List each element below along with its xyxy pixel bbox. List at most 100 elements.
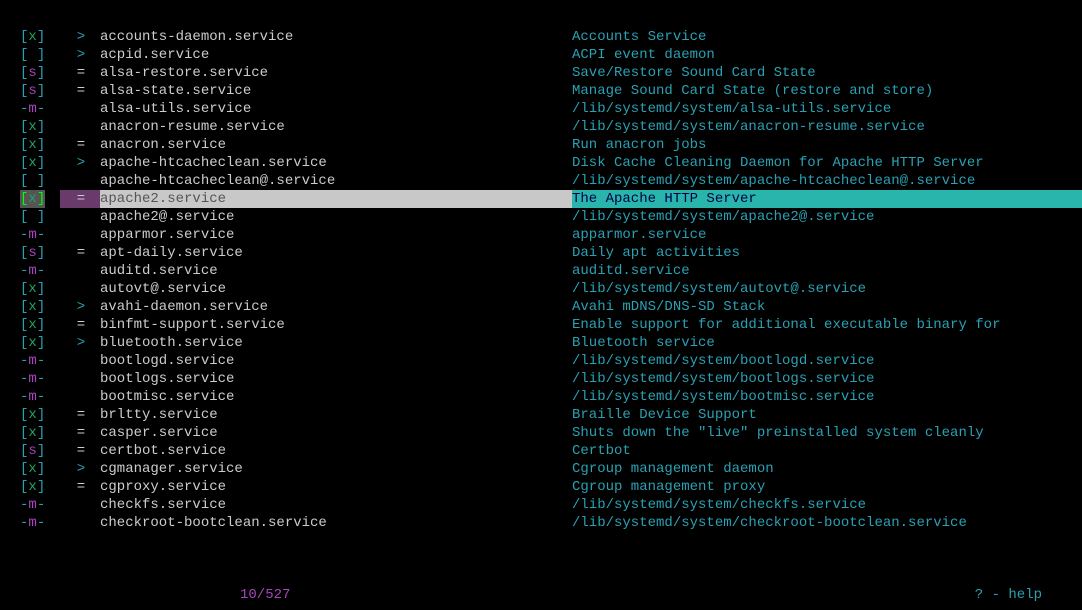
service-row[interactable]: -m- auditd.serviceauditd.service [20, 262, 1082, 280]
service-row[interactable]: [x] = anacron.serviceRun anacron jobs [20, 136, 1082, 154]
service-name: accounts-daemon.service [100, 28, 572, 46]
service-name: brltty.service [100, 406, 572, 424]
service-description: /lib/systemd/system/autovt@.service [572, 280, 1082, 298]
substate-indicator: > [60, 154, 100, 172]
service-name: checkfs.service [100, 496, 572, 514]
state-indicator: [x] [20, 136, 60, 154]
service-name: apt-daily.service [100, 244, 572, 262]
service-description: Daily apt activities [572, 244, 1082, 262]
service-name: cgmanager.service [100, 460, 572, 478]
state-indicator: [x] [20, 316, 60, 334]
state-indicator: [x] [20, 460, 60, 478]
state-indicator: -m- [20, 514, 60, 532]
service-name: apache-htcacheclean.service [100, 154, 572, 172]
service-row[interactable]: [x] > avahi-daemon.serviceAvahi mDNS/DNS… [20, 298, 1082, 316]
state-indicator: [s] [20, 64, 60, 82]
substate-indicator [60, 100, 100, 118]
service-row[interactable]: [x] = cgproxy.serviceCgroup management p… [20, 478, 1082, 496]
service-row[interactable]: -m- bootmisc.service/lib/systemd/system/… [20, 388, 1082, 406]
service-row[interactable]: [x] > bluetooth.serviceBluetooth service [20, 334, 1082, 352]
service-row[interactable]: -m- checkfs.service/lib/systemd/system/c… [20, 496, 1082, 514]
status-bar: 10/527 ? - help [20, 586, 1062, 604]
substate-indicator: > [60, 460, 100, 478]
service-description: Avahi mDNS/DNS-SD Stack [572, 298, 1082, 316]
service-description: /lib/systemd/system/apache-htcacheclean@… [572, 172, 1082, 190]
service-name: bootlogs.service [100, 370, 572, 388]
service-row[interactable]: [x] = brltty.serviceBraille Device Suppo… [20, 406, 1082, 424]
service-description: Bluetooth service [572, 334, 1082, 352]
service-row[interactable]: [x] autovt@.service/lib/systemd/system/a… [20, 280, 1082, 298]
service-row[interactable]: -m- bootlogd.service/lib/systemd/system/… [20, 352, 1082, 370]
service-description: Accounts Service [572, 28, 1082, 46]
service-row[interactable]: [x] > accounts-daemon.serviceAccounts Se… [20, 28, 1082, 46]
substate-indicator [60, 370, 100, 388]
state-indicator: [x] [20, 298, 60, 316]
state-indicator: -m- [20, 100, 60, 118]
service-row[interactable]: [s] = certbot.serviceCertbot [20, 442, 1082, 460]
service-description: ACPI event daemon [572, 46, 1082, 64]
substate-indicator: = [60, 406, 100, 424]
service-row[interactable]: -m- apparmor.serviceapparmor.service [20, 226, 1082, 244]
service-description: The Apache HTTP Server [572, 190, 1082, 208]
substate-indicator: = [60, 424, 100, 442]
service-description: Braille Device Support [572, 406, 1082, 424]
service-row[interactable]: [ ] apache-htcacheclean@.service/lib/sys… [20, 172, 1082, 190]
service-row[interactable]: [s] = apt-daily.serviceDaily apt activit… [20, 244, 1082, 262]
substate-indicator: = [60, 442, 100, 460]
service-list[interactable]: [x] > accounts-daemon.serviceAccounts Se… [20, 28, 1082, 532]
state-indicator: [x] [20, 478, 60, 496]
help-hint: ? - help [975, 586, 1042, 604]
service-description: /lib/systemd/system/bootmisc.service [572, 388, 1082, 406]
service-row[interactable]: [x] = casper.serviceShuts down the "live… [20, 424, 1082, 442]
substate-indicator [60, 352, 100, 370]
service-row[interactable]: -m- bootlogs.service/lib/systemd/system/… [20, 370, 1082, 388]
service-description: Disk Cache Cleaning Daemon for Apache HT… [572, 154, 1082, 172]
service-description: Cgroup management proxy [572, 478, 1082, 496]
state-indicator: [x] [20, 406, 60, 424]
service-name: apache2@.service [100, 208, 572, 226]
service-name: alsa-restore.service [100, 64, 572, 82]
substate-indicator [60, 514, 100, 532]
service-row[interactable]: [x] = apache2.serviceThe Apache HTTP Ser… [20, 190, 1082, 208]
service-description: Cgroup management daemon [572, 460, 1082, 478]
state-indicator: [ ] [20, 46, 60, 64]
substate-indicator: = [60, 316, 100, 334]
service-row[interactable]: [s] = alsa-restore.serviceSave/Restore S… [20, 64, 1082, 82]
service-row[interactable]: [ ] > acpid.serviceACPI event daemon [20, 46, 1082, 64]
substate-indicator [60, 388, 100, 406]
service-name: apache-htcacheclean@.service [100, 172, 572, 190]
service-description: /lib/systemd/system/bootlogd.service [572, 352, 1082, 370]
state-indicator: [s] [20, 82, 60, 100]
service-description: Shuts down the "live" preinstalled syste… [572, 424, 1082, 442]
state-indicator: [s] [20, 442, 60, 460]
state-indicator: [ ] [20, 172, 60, 190]
service-row[interactable]: [x] = binfmt-support.serviceEnable suppo… [20, 316, 1082, 334]
service-description: Enable support for additional executable… [572, 316, 1082, 334]
service-name: apache2.service [100, 190, 572, 208]
service-description: /lib/systemd/system/checkfs.service [572, 496, 1082, 514]
service-row[interactable]: -m- checkroot-bootclean.service/lib/syst… [20, 514, 1082, 532]
service-row[interactable]: [x] anacron-resume.service/lib/systemd/s… [20, 118, 1082, 136]
service-row[interactable]: [x] > cgmanager.serviceCgroup management… [20, 460, 1082, 478]
service-row[interactable]: [ ] apache2@.service/lib/systemd/system/… [20, 208, 1082, 226]
state-indicator: [x] [20, 424, 60, 442]
state-indicator: -m- [20, 496, 60, 514]
service-description: /lib/systemd/system/checkroot-bootclean.… [572, 514, 1082, 532]
state-indicator: [ ] [20, 208, 60, 226]
state-indicator: [x] [20, 190, 60, 208]
service-description: Manage Sound Card State (restore and sto… [572, 82, 1082, 100]
service-name: alsa-state.service [100, 82, 572, 100]
state-indicator: [x] [20, 154, 60, 172]
state-indicator: [x] [20, 28, 60, 46]
state-indicator: [s] [20, 244, 60, 262]
service-description: apparmor.service [572, 226, 1082, 244]
service-name: bootmisc.service [100, 388, 572, 406]
substate-indicator [60, 208, 100, 226]
service-description: Certbot [572, 442, 1082, 460]
service-name: apparmor.service [100, 226, 572, 244]
service-row[interactable]: -m- alsa-utils.service/lib/systemd/syste… [20, 100, 1082, 118]
substate-indicator: > [60, 334, 100, 352]
service-row[interactable]: [s] = alsa-state.serviceManage Sound Car… [20, 82, 1082, 100]
service-row[interactable]: [x] > apache-htcacheclean.serviceDisk Ca… [20, 154, 1082, 172]
substate-indicator: = [60, 64, 100, 82]
